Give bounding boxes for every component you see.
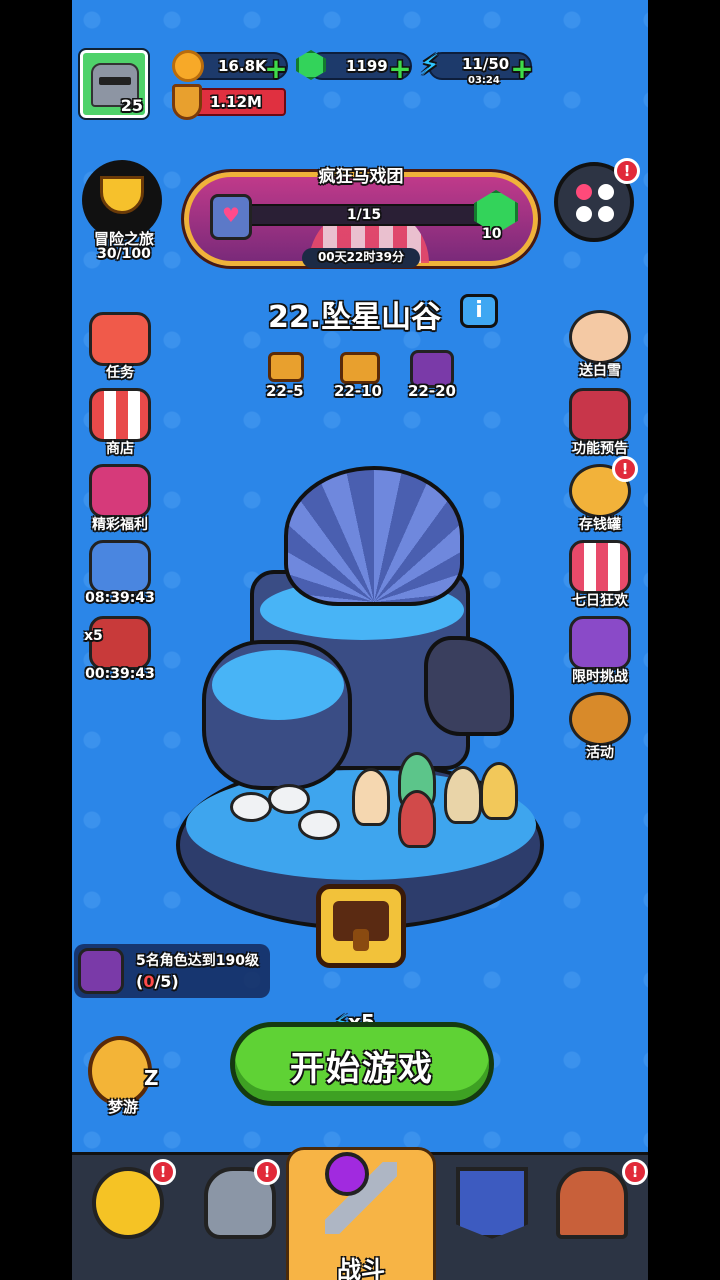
notification-badge: ! — [614, 158, 640, 184]
energy-value: 11/50 — [462, 55, 510, 73]
energy-timer: 03:24 — [468, 75, 500, 86]
piggy-bank-label: 存钱罐 — [579, 517, 621, 533]
snow-white-icon — [569, 310, 631, 364]
add-gem-button[interactable]: + — [388, 55, 412, 83]
reward-label: 22-20 — [408, 382, 456, 400]
gift-icon — [89, 540, 151, 594]
tab-battle[interactable]: 战斗 — [286, 1147, 436, 1280]
notification-badge: ! — [612, 456, 638, 482]
preview-label: 功能预告 — [572, 441, 628, 457]
house-icon — [556, 1167, 628, 1239]
hero-character[interactable] — [352, 768, 390, 826]
dot-icon — [576, 206, 592, 222]
seven-day-button[interactable]: 七日狂欢 — [564, 540, 636, 610]
gold-value: 16.8K — [218, 57, 267, 75]
sheep-icon — [298, 810, 340, 840]
event-timer: 00天22时39分 — [302, 248, 420, 268]
shop-stall-icon — [89, 388, 151, 442]
snow-white-label: 送白雪 — [579, 363, 621, 379]
player-avatar[interactable]: 25 — [78, 48, 150, 120]
timed-gift-button-2[interactable]: 00:39:43 — [84, 616, 156, 682]
seven-day-label: 七日狂欢 — [572, 593, 628, 609]
dot-icon — [598, 184, 614, 200]
crown-banner-icon — [456, 1167, 528, 1239]
trophy-icon — [100, 176, 144, 214]
gem-value: 1199 — [346, 57, 388, 75]
gold-coin-icon — [172, 50, 204, 82]
notification-badge: ! — [150, 1159, 176, 1185]
start-game-label: 开始游戏 — [290, 1049, 434, 1089]
party-hat-icon — [569, 616, 631, 670]
game-screen: 25 16.8K + 1199 + 11/50 03:24 ⚡ + 1.12M … — [72, 0, 648, 1280]
add-gold-button[interactable]: + — [264, 55, 288, 83]
adventure-progress: 30/100 — [97, 246, 151, 262]
gift-multiplier: x5 — [84, 628, 103, 644]
activity-button[interactable]: 活动 — [564, 692, 636, 762]
preview-button[interactable]: 功能预告 — [564, 388, 636, 458]
shop-button[interactable]: 商店 — [84, 388, 156, 458]
bottom-nav: ! ! 战斗 ! — [72, 1147, 648, 1280]
stage-info-button[interactable]: i — [460, 294, 498, 328]
stage-title: 22.坠星山谷 — [268, 300, 442, 335]
sheep-icon — [230, 792, 272, 822]
shield-icon — [172, 84, 202, 120]
treasure-chest-icon[interactable] — [340, 352, 380, 384]
megaphone-icon — [78, 948, 124, 994]
sleep-z: Z — [144, 1066, 159, 1090]
quest-progress: (0/5) — [136, 972, 179, 991]
event-progress-bar: 1/15 — [244, 204, 484, 226]
idle-label: 梦游 — [108, 1098, 139, 1116]
tasks-label: 任务 — [106, 365, 134, 381]
add-energy-button[interactable]: + — [510, 55, 534, 83]
scroll-icon — [89, 312, 151, 366]
power-value: 1.12M — [210, 93, 262, 111]
benefits-label: 精彩福利 — [92, 517, 148, 533]
event-title: 疯狂马戏团 — [318, 167, 404, 187]
hero-character[interactable] — [444, 766, 482, 824]
sheep-icon — [268, 784, 310, 814]
horn-icon — [569, 692, 631, 746]
timed-gift-button[interactable]: 08:39:43 — [84, 540, 156, 606]
reward-label: 22-5 — [266, 382, 304, 400]
notification-badge: ! — [254, 1159, 280, 1185]
activity-label: 活动 — [586, 745, 614, 761]
hero-character[interactable] — [398, 790, 436, 848]
notification-badge: ! — [622, 1159, 648, 1185]
gift-box-icon — [89, 464, 151, 518]
quest-text: 5名角色达到190级 — [136, 953, 259, 969]
event-progress-text: 1/15 — [346, 207, 382, 223]
benefits-button[interactable]: 精彩福利 — [84, 464, 156, 534]
heart-card-icon — [210, 194, 252, 240]
reward-label: 22-10 — [334, 382, 382, 400]
shop-label: 商店 — [106, 441, 134, 457]
quest-tracker[interactable]: 5名角色达到190级 (0/5) — [74, 944, 270, 998]
heart-dot-icon — [576, 184, 592, 200]
challenge-button[interactable]: 限时挑战 — [564, 616, 636, 686]
challenge-label: 限时挑战 — [572, 669, 628, 685]
energy-bolt-icon: ⚡ — [420, 48, 440, 81]
magic-orb-icon — [325, 1152, 369, 1196]
start-game-button[interactable]: 开始游戏 — [230, 1022, 494, 1106]
golden-chest-button[interactable] — [316, 884, 406, 968]
circus-tent-icon — [569, 540, 631, 594]
gift-timer: 00:39:43 — [85, 666, 155, 682]
snow-white-button[interactable]: 送白雪 — [564, 310, 636, 380]
event-reward-count: 10 — [482, 226, 502, 242]
book-icon — [569, 388, 631, 442]
hero-character[interactable] — [480, 762, 518, 820]
giant-shell-icon — [284, 466, 464, 606]
tab-guild[interactable] — [436, 1155, 548, 1280]
battle-label: 战斗 — [337, 1256, 385, 1280]
gift-timer: 08:39:43 — [85, 590, 155, 606]
tasks-button[interactable]: 任务 — [84, 312, 156, 382]
dot-icon — [598, 206, 614, 222]
island-left-tier — [202, 640, 352, 790]
treasure-chest-icon[interactable] — [268, 352, 304, 382]
player-level: 25 — [120, 96, 143, 115]
